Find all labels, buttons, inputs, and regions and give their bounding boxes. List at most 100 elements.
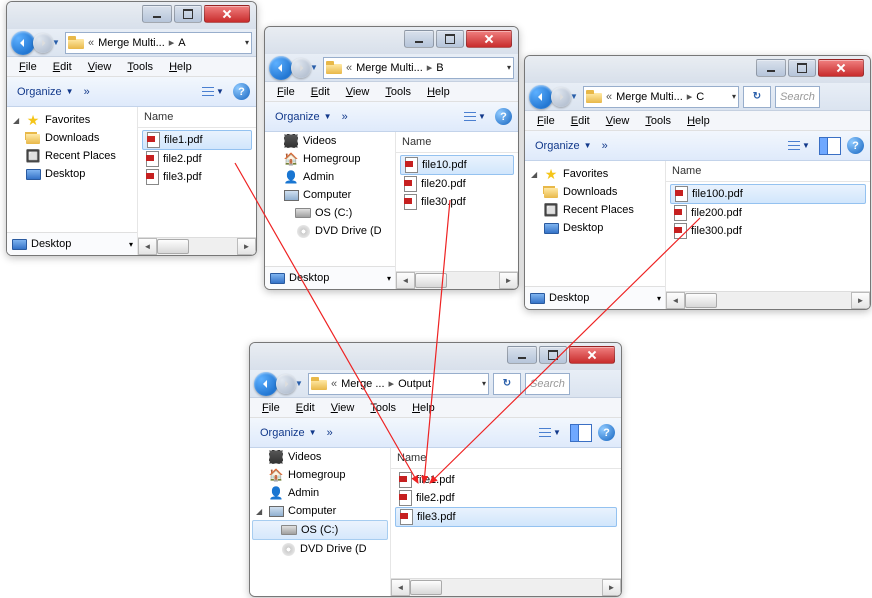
nav-homegroup[interactable]: 🏠Homegroup bbox=[265, 150, 395, 168]
toolbar-overflow[interactable]: » bbox=[602, 140, 608, 152]
nav-homegroup[interactable]: 🏠Homegroup bbox=[250, 466, 390, 484]
horizontal-scrollbar[interactable]: ◄► bbox=[138, 237, 256, 255]
help-button[interactable]: ? bbox=[233, 83, 250, 100]
nav-downloads[interactable]: Downloads bbox=[7, 129, 137, 147]
menu-file[interactable]: File bbox=[13, 60, 43, 74]
file-item[interactable]: file300.pdf bbox=[670, 222, 866, 240]
titlebar[interactable] bbox=[525, 56, 870, 83]
file-item[interactable]: file2.pdf bbox=[395, 489, 617, 507]
maximize-button[interactable] bbox=[174, 5, 202, 23]
titlebar[interactable] bbox=[250, 343, 621, 370]
favorites-header[interactable]: ◢★Favorites bbox=[525, 165, 665, 183]
file-item[interactable]: file2.pdf bbox=[142, 150, 252, 168]
maximize-button[interactable] bbox=[539, 346, 567, 364]
column-header-name[interactable]: Name bbox=[666, 161, 870, 182]
breadcrumb-segment[interactable]: Merge Multi... bbox=[356, 62, 423, 74]
menu-edit[interactable]: Edit bbox=[47, 60, 78, 74]
breadcrumb[interactable]: « Merge Multi... ▸ A ▾ bbox=[65, 32, 252, 54]
nav-history-dropdown[interactable]: ▼ bbox=[294, 374, 304, 394]
close-button[interactable] bbox=[466, 30, 512, 48]
breadcrumb-segment[interactable]: A bbox=[178, 37, 185, 49]
menu-tools[interactable]: Tools bbox=[639, 114, 677, 128]
maximize-button[interactable] bbox=[788, 59, 816, 77]
menu-file[interactable]: File bbox=[531, 114, 561, 128]
nav-history-dropdown[interactable]: ▼ bbox=[51, 33, 61, 53]
forward-button[interactable] bbox=[291, 58, 311, 78]
menu-edit[interactable]: Edit bbox=[305, 85, 336, 99]
nav-footer-desktop[interactable]: Desktop▾ bbox=[265, 266, 395, 289]
minimize-button[interactable] bbox=[142, 5, 172, 23]
menu-help[interactable]: Help bbox=[421, 85, 456, 99]
column-header-name[interactable]: Name bbox=[396, 132, 518, 153]
back-button[interactable] bbox=[11, 31, 35, 55]
column-header-name[interactable]: Name bbox=[138, 107, 256, 128]
nav-computer[interactable]: Computer bbox=[265, 186, 395, 204]
organize-button[interactable]: Organize▼ bbox=[271, 109, 336, 125]
minimize-button[interactable] bbox=[507, 346, 537, 364]
nav-drive-os[interactable]: OS (C:) bbox=[252, 520, 388, 540]
nav-admin[interactable]: 👤Admin bbox=[250, 484, 390, 502]
search-input[interactable]: Search bbox=[775, 86, 820, 108]
preview-pane-button[interactable] bbox=[570, 424, 592, 442]
menu-help[interactable]: Help bbox=[163, 60, 198, 74]
menu-tools[interactable]: Tools bbox=[364, 401, 402, 415]
search-input[interactable]: Search bbox=[525, 373, 570, 395]
file-item[interactable]: file3.pdf bbox=[395, 507, 617, 527]
menu-view[interactable]: View bbox=[325, 401, 361, 415]
favorites-header[interactable]: ◢★Favorites bbox=[7, 111, 137, 129]
nav-footer-desktop[interactable]: Desktop▾ bbox=[7, 232, 137, 255]
minimize-button[interactable] bbox=[756, 59, 786, 77]
menu-edit[interactable]: Edit bbox=[290, 401, 321, 415]
view-options-button[interactable]: ▼ bbox=[461, 106, 489, 128]
organize-button[interactable]: Organize▼ bbox=[256, 425, 321, 441]
nav-recent-places[interactable]: 🔲Recent Places bbox=[7, 147, 137, 165]
horizontal-scrollbar[interactable]: ◄► bbox=[666, 291, 870, 309]
titlebar[interactable] bbox=[265, 27, 518, 54]
forward-button[interactable] bbox=[276, 374, 296, 394]
menu-help[interactable]: Help bbox=[681, 114, 716, 128]
file-item[interactable]: file200.pdf bbox=[670, 204, 866, 222]
menu-file[interactable]: File bbox=[256, 401, 286, 415]
nav-drive-dvd[interactable]: DVD Drive (D bbox=[265, 222, 395, 240]
menu-view[interactable]: View bbox=[340, 85, 376, 99]
maximize-button[interactable] bbox=[436, 30, 464, 48]
nav-history-dropdown[interactable]: ▼ bbox=[309, 58, 319, 78]
back-button[interactable] bbox=[529, 85, 553, 109]
horizontal-scrollbar[interactable]: ◄► bbox=[396, 271, 518, 289]
breadcrumb[interactable]: « Merge Multi... ▸ B ▾ bbox=[323, 57, 514, 79]
menu-edit[interactable]: Edit bbox=[565, 114, 596, 128]
view-options-button[interactable]: ▼ bbox=[536, 422, 564, 444]
breadcrumb-dropdown[interactable]: ▾ bbox=[245, 38, 249, 47]
breadcrumb-segment[interactable]: Merge ... bbox=[341, 378, 384, 390]
breadcrumb[interactable]: « Merge Multi... ▸ C ▾ bbox=[583, 86, 739, 108]
file-item[interactable]: file10.pdf bbox=[400, 155, 514, 175]
file-item[interactable]: file20.pdf bbox=[400, 175, 514, 193]
help-button[interactable]: ? bbox=[847, 137, 864, 154]
menu-view[interactable]: View bbox=[82, 60, 118, 74]
nav-downloads[interactable]: Downloads bbox=[525, 183, 665, 201]
nav-drive-os[interactable]: OS (C:) bbox=[265, 204, 395, 222]
toolbar-overflow[interactable]: » bbox=[327, 427, 333, 439]
preview-pane-button[interactable] bbox=[819, 137, 841, 155]
close-button[interactable] bbox=[818, 59, 864, 77]
close-button[interactable] bbox=[569, 346, 615, 364]
forward-button[interactable] bbox=[551, 87, 571, 107]
breadcrumb-segment[interactable]: B bbox=[436, 62, 443, 74]
horizontal-scrollbar[interactable]: ◄► bbox=[391, 578, 621, 596]
close-button[interactable] bbox=[204, 5, 250, 23]
nav-videos[interactable]: Videos bbox=[250, 448, 390, 466]
view-options-button[interactable]: ▼ bbox=[199, 81, 227, 103]
nav-videos[interactable]: Videos bbox=[265, 132, 395, 150]
titlebar[interactable] bbox=[7, 2, 256, 29]
toolbar-overflow[interactable]: » bbox=[84, 86, 90, 98]
file-item[interactable]: file100.pdf bbox=[670, 184, 866, 204]
help-button[interactable]: ? bbox=[495, 108, 512, 125]
view-options-button[interactable]: ▼ bbox=[785, 135, 813, 157]
refresh-button[interactable]: ↻ bbox=[743, 86, 771, 108]
nav-desktop[interactable]: Desktop bbox=[7, 165, 137, 183]
breadcrumb-segment[interactable]: Merge Multi... bbox=[98, 37, 165, 49]
back-button[interactable] bbox=[254, 372, 278, 396]
file-item[interactable]: file30.pdf bbox=[400, 193, 514, 211]
breadcrumb-segment[interactable]: Merge Multi... bbox=[616, 91, 683, 103]
toolbar-overflow[interactable]: » bbox=[342, 111, 348, 123]
